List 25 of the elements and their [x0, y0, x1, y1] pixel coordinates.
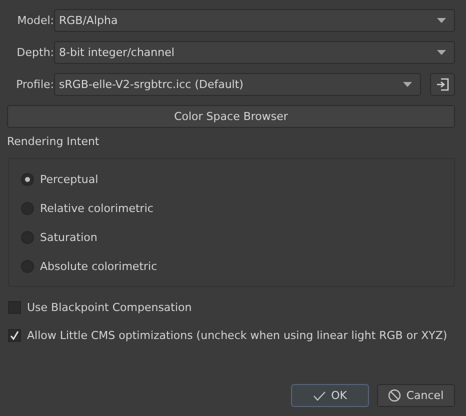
- dropdown[interactable]: 8-bit integer/channel: [54, 41, 455, 64]
- dropdown-caret-icon: [403, 82, 412, 87]
- import-button[interactable]: [430, 73, 455, 96]
- checkmark-icon: [313, 390, 326, 400]
- radio-label[interactable]: Relative colorimetric: [40, 202, 154, 215]
- radio-button[interactable]: [21, 173, 34, 186]
- checkbox-label[interactable]: Use Blackpoint Compensation: [27, 300, 192, 314]
- dropdown-caret-icon: [437, 18, 446, 23]
- radio-label[interactable]: Perceptual: [40, 173, 98, 186]
- import-icon: [436, 78, 449, 91]
- dropdown[interactable]: RGB/Alpha: [54, 9, 455, 32]
- field-label: Model:: [16, 14, 54, 27]
- field-label: Profile:: [15, 78, 54, 91]
- checkbox[interactable]: [8, 328, 21, 342]
- cancel-icon: [388, 389, 402, 402]
- radio-label[interactable]: Absolute colorimetric: [40, 260, 158, 273]
- group-title: Rendering Intent: [7, 135, 100, 150]
- cancel-button[interactable]: Cancel: [377, 384, 455, 407]
- field-label: Depth:: [16, 46, 54, 59]
- radio-label[interactable]: Saturation: [40, 231, 98, 244]
- color-space-browser-button[interactable]: Color Space Browser: [7, 105, 455, 128]
- dropdown[interactable]: sRGB-elle-V2-srgbtrc.icc (Default): [54, 73, 421, 96]
- checkbox-label[interactable]: Allow Little CMS optimizations (uncheck when using linear light RGB or XYZ): [27, 328, 448, 342]
- dropdown-caret-icon: [437, 50, 446, 55]
- ok-button[interactable]: OK: [291, 384, 369, 407]
